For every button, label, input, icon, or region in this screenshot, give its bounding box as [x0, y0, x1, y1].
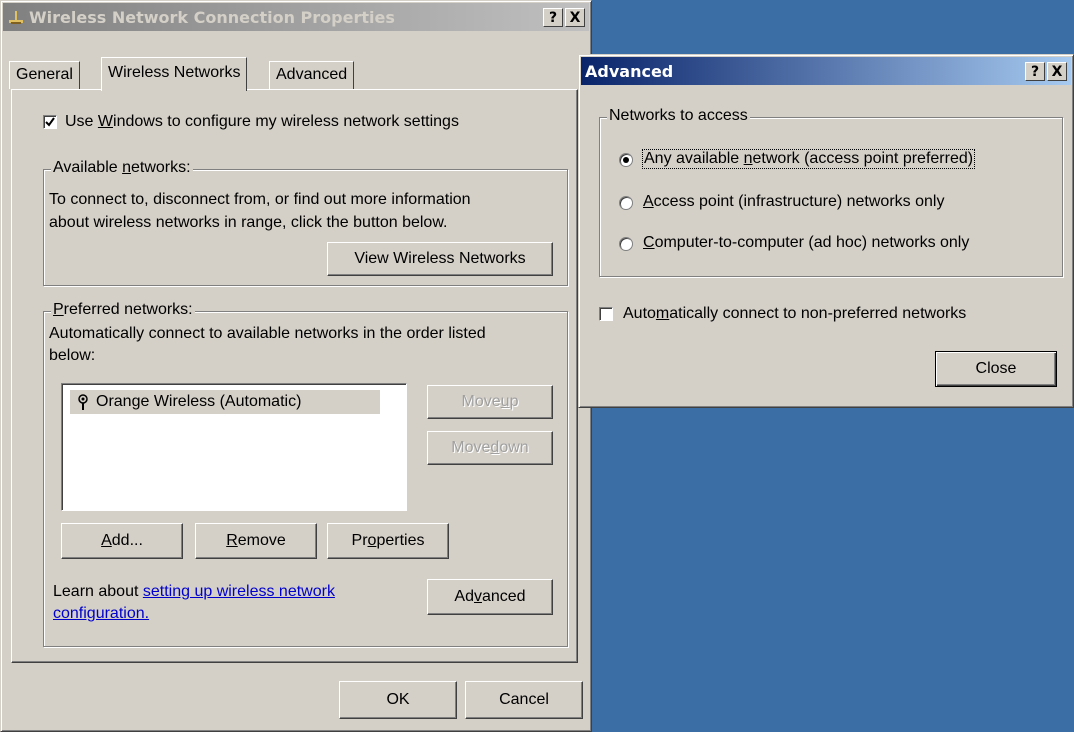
tab-wireless-networks[interactable]: Wireless Networks: [101, 57, 248, 91]
advanced-title: Advanced: [585, 61, 674, 81]
preferred-desc-line1: Automatically connect to available netwo…: [49, 325, 486, 342]
advanced-button[interactable]: Ad v anced: [427, 579, 553, 615]
use-windows-checkbox[interactable]: [43, 115, 57, 129]
close-button[interactable]: X: [1047, 61, 1067, 81]
help-button[interactable]: ?: [543, 7, 563, 27]
move-down-button[interactable]: Move d own: [427, 431, 553, 465]
ad-hoc-label[interactable]: Computer-to-computer (ad hoc) networks o…: [643, 234, 969, 252]
add-button[interactable]: Add...: [61, 523, 183, 559]
wireless-antenna-icon: [74, 393, 92, 411]
properties-titlebar[interactable]: Wireless Network Connection Properties ?…: [3, 3, 589, 31]
network-label: Orange Wireless (Automatic): [96, 393, 302, 410]
ad-hoc-radio[interactable]: [619, 237, 633, 251]
any-network-label[interactable]: Any available network (access point pref…: [641, 149, 976, 169]
move-up-button[interactable]: Move up: [427, 385, 553, 419]
networks-to-access-label: Networks to access: [607, 107, 750, 125]
help-button[interactable]: ?: [1025, 61, 1045, 81]
network-connection-icon: [7, 8, 25, 26]
tab-advanced[interactable]: Advanced: [269, 61, 355, 89]
radio-selected-dot: [623, 157, 629, 163]
advanced-titlebar[interactable]: Advanced ? X: [581, 57, 1071, 85]
properties-title: Wireless Network Connection Properties: [29, 7, 395, 27]
advanced-dialog: Advanced ? X Networks to access Any avai…: [578, 54, 1074, 408]
close-button[interactable]: X: [565, 7, 585, 27]
available-desc-line2: about wireless networks in range, click …: [49, 214, 448, 231]
preferred-networks-list[interactable]: Orange Wireless (Automatic): [61, 383, 407, 511]
properties-button[interactable]: Pr o perties: [327, 523, 449, 559]
learn-about-text: Learn about setting up wireless network: [53, 583, 335, 600]
preferred-desc-line2: below:: [49, 347, 96, 364]
available-desc-line1: To connect to, disconnect from, or find …: [49, 191, 471, 208]
configuration-link[interactable]: configuration.: [53, 605, 149, 623]
ok-button[interactable]: OK: [339, 681, 457, 719]
use-windows-label[interactable]: Use Windows to configure my wireless net…: [65, 113, 459, 131]
auto-connect-label[interactable]: Automatically connect to non-preferred n…: [623, 305, 966, 323]
properties-window: Wireless Network Connection Properties ?…: [0, 0, 592, 732]
close-button[interactable]: Close: [935, 351, 1057, 387]
checkmark-icon: [45, 117, 55, 127]
access-point-radio[interactable]: [619, 196, 633, 210]
cancel-button[interactable]: Cancel: [465, 681, 583, 719]
tab-general[interactable]: General: [9, 61, 80, 89]
list-item[interactable]: Orange Wireless (Automatic): [70, 390, 380, 414]
available-networks-label: Available networks:: [51, 159, 193, 177]
view-wireless-networks-button[interactable]: View Wireless Networks: [327, 242, 553, 276]
auto-connect-checkbox[interactable]: [599, 307, 613, 321]
setup-link[interactable]: setting up wireless network: [143, 583, 335, 600]
preferred-networks-label: Preferred networks:: [51, 301, 195, 319]
access-point-label[interactable]: Access point (infrastructure) networks o…: [643, 193, 944, 211]
any-network-radio[interactable]: [619, 153, 633, 167]
remove-button[interactable]: Remove: [195, 523, 317, 559]
